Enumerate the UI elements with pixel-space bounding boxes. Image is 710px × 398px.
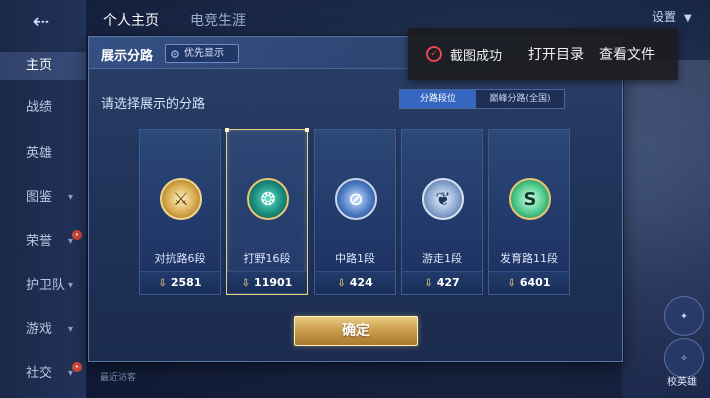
- sidebar-item-6[interactable]: 游戏 ▾: [0, 316, 86, 344]
- power-arrow-icon: ⇩: [158, 278, 167, 289]
- selection-corner: [225, 128, 229, 132]
- lane-score-value: 424: [349, 276, 373, 289]
- lane-score: ⇩ 424: [315, 271, 395, 293]
- tab-peak-lane-national[interactable]: 巅峰分路(全国): [476, 90, 564, 108]
- tab-personal-home[interactable]: 个人主页: [103, 10, 159, 30]
- lane-type-toggle: 分路段位 巅峰分路(全国): [399, 89, 565, 109]
- sidebar-item-label: 英雄: [26, 146, 53, 161]
- sidebar-item-label: 护卫队: [26, 278, 66, 293]
- sidebar-item-label: 荣誉: [26, 234, 53, 249]
- priority-display-button[interactable]: ⚙ 优先显示: [165, 44, 239, 63]
- lane-name: 游走1段: [422, 252, 462, 265]
- dragon-icon: ❂: [247, 178, 289, 220]
- slash-icon: ⊘: [335, 178, 377, 220]
- lane-score: ⇩ 2581: [140, 271, 220, 293]
- hero-school-button[interactable]: ✧: [664, 338, 704, 378]
- confirm-button[interactable]: 确定: [294, 316, 418, 346]
- gear-icon: ⚙: [170, 48, 180, 61]
- chevron-down-icon: ▾: [68, 324, 74, 335]
- sidebar-item-label: 图鉴: [26, 190, 53, 205]
- sidebar-item-0[interactable]: 主页: [0, 52, 86, 80]
- lane-name: 打野16段: [243, 252, 291, 265]
- recent-visitors-label[interactable]: 最近访客: [100, 370, 136, 383]
- lane-score-value: 427: [436, 276, 460, 289]
- left-sidebar: ⇠ 主页 战绩 英雄 图鉴 ▾ 荣誉 ▾ • 护卫队 ▾ 游戏 ▾ 社交 ▾ •: [0, 0, 86, 398]
- lane-score-value: 2581: [170, 276, 202, 289]
- sidebar-item-label: 社交: [26, 366, 53, 381]
- serpent-icon: S: [509, 178, 551, 220]
- sidebar-item-label: 主页: [26, 58, 53, 73]
- lane-card[interactable]: ❦ 游走1段 ⇩ 427: [401, 129, 483, 295]
- lane-name: 发育路11段: [500, 252, 558, 265]
- sidebar-item-label: 战绩: [26, 100, 53, 115]
- notification-dot-icon: •: [72, 362, 82, 372]
- lane-score: ⇩ 427: [402, 271, 482, 293]
- chevron-down-icon: ▼: [684, 13, 692, 24]
- sidebar-item-7[interactable]: 社交 ▾ •: [0, 360, 86, 388]
- chevron-down-icon: ▾: [68, 280, 74, 291]
- notification-dot-icon: •: [72, 230, 82, 240]
- settings-label: 设置: [652, 10, 677, 24]
- tab-esports-career[interactable]: 电竞生涯: [190, 10, 246, 30]
- sidebar-item-label: 游戏: [26, 322, 53, 337]
- lane-score: ⇩ 6401: [489, 271, 569, 293]
- wings-icon: ❦: [422, 178, 464, 220]
- settings-button[interactable]: 设置 ▼: [652, 8, 692, 25]
- tab-lane-rank[interactable]: 分路段位: [400, 90, 476, 108]
- power-arrow-icon: ⇩: [337, 278, 346, 289]
- priority-display-label: 优先显示: [184, 48, 224, 59]
- lane-name: 对抗路6段: [154, 252, 206, 265]
- lane-card[interactable]: S 发育路11段 ⇩ 6401: [488, 129, 570, 295]
- hero-school-label: 校英雄: [667, 377, 697, 388]
- dialog-subtitle: 请选择展示的分路: [101, 97, 206, 112]
- lane-card[interactable]: ⊘ 中路1段 ⇩ 424: [314, 129, 396, 295]
- crossed-swords-icon: ⚔: [160, 178, 202, 220]
- view-file-button[interactable]: 查看文件: [599, 44, 655, 64]
- dialog-title: 展示分路: [101, 49, 154, 64]
- lane-card[interactable]: ❂ 打野16段 ⇩ 11901: [225, 128, 309, 295]
- lane-card[interactable]: ⚔ 对抗路6段 ⇩ 2581: [139, 129, 221, 295]
- sidebar-item-5[interactable]: 护卫队 ▾: [0, 272, 86, 300]
- lane-score-value: 6401: [519, 276, 551, 289]
- sidebar-item-2[interactable]: 英雄: [0, 140, 86, 168]
- lane-score-value: 11901: [254, 276, 293, 289]
- screenshot-toast: ✓ 截图成功 打开目录 查看文件: [408, 28, 678, 80]
- power-arrow-icon: ⇩: [241, 278, 251, 289]
- open-folder-button[interactable]: 打开目录: [528, 44, 584, 64]
- toast-status: 截图成功: [450, 49, 503, 64]
- lane-display-dialog: 展示分路 ⚙ 优先显示 请选择展示的分路 分路段位 巅峰分路(全国) ⚔ 对抗路6…: [88, 36, 623, 362]
- power-arrow-icon: ⇩: [507, 278, 516, 289]
- lane-score: ⇩ 11901: [227, 271, 307, 293]
- sidebar-item-4[interactable]: 荣誉 ▾ •: [0, 228, 86, 256]
- check-circle-icon: ✓: [426, 46, 442, 62]
- power-arrow-icon: ⇩: [424, 278, 433, 289]
- hero-skin-button[interactable]: ✦: [664, 296, 704, 336]
- sidebar-item-3[interactable]: 图鉴 ▾: [0, 184, 86, 212]
- sidebar-item-1[interactable]: 战绩: [0, 94, 86, 122]
- selection-corner: [305, 128, 309, 132]
- back-arrow-icon[interactable]: ⇠: [22, 10, 60, 32]
- chevron-down-icon: ▾: [68, 192, 74, 203]
- lane-name: 中路1段: [335, 252, 375, 265]
